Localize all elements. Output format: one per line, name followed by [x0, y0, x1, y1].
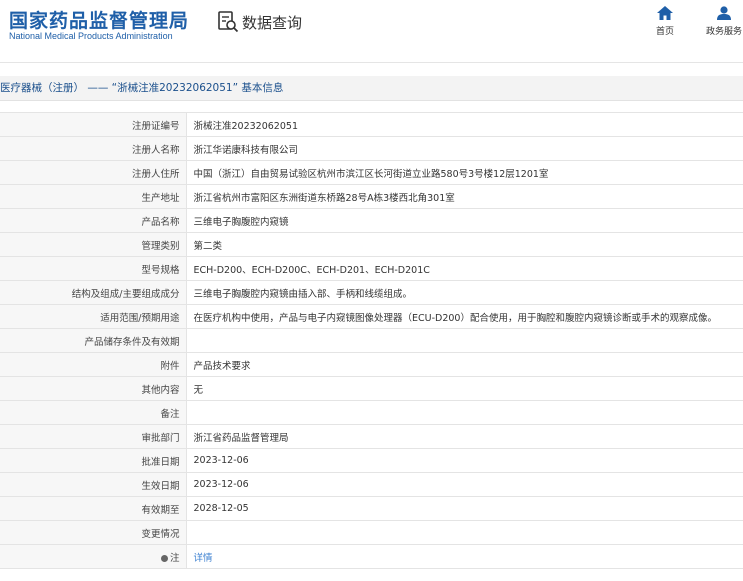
field-label: 其他内容 — [0, 376, 187, 401]
nav-government-services-label: 政务服务 — [705, 27, 742, 37]
field-label: 批准日期 — [0, 448, 187, 473]
field-label: 型号规格 — [0, 256, 187, 281]
home-icon — [657, 6, 673, 20]
table-row: 审批部门 浙江省药品监督管理局 — [0, 424, 743, 449]
field-label: 有效期至 — [0, 496, 187, 521]
field-label: 生产地址 — [0, 184, 187, 209]
table-row: 有效期至 2028-12-05 — [0, 496, 743, 521]
table-row: 生产地址 浙江省杭州市富阳区东洲街道东桥路28号A栋3楼西北角301室 — [0, 184, 743, 209]
field-label: 适用范围/预期用途 — [0, 304, 187, 329]
table-row: 备注 — [0, 400, 743, 425]
field-value: 产品技术要求 — [186, 352, 743, 377]
table-row: 批准日期 2023-12-06 — [0, 448, 743, 473]
field-value: 浙江省杭州市富阳区东洲街道东桥路28号A栋3楼西北角301室 — [186, 184, 743, 209]
header-divider — [0, 62, 743, 63]
field-label: 审批部门 — [0, 424, 187, 449]
table-row: 变更情况 — [0, 520, 743, 545]
field-value: 2023-12-06 — [186, 448, 743, 473]
field-label: 注册证编号 — [0, 112, 187, 137]
table-row: 产品名称 三维电子胸腹腔内窥镜 — [0, 208, 743, 233]
field-value: 2028-12-05 — [186, 496, 743, 521]
field-value — [186, 520, 743, 545]
field-label: 变更情况 — [0, 520, 187, 545]
table-row: 型号规格 ECH-D200、ECH-D200C、ECH-D201、ECH-D201… — [0, 256, 743, 281]
field-label: 注册人住所 — [0, 160, 187, 185]
data-query-icon — [218, 11, 239, 33]
field-label: 结构及组成/主要组成成分 — [0, 280, 187, 305]
table-row: 结构及组成/主要组成成分 三维电子胸腹腔内窥镜由插入部、手柄和线缆组成。 — [0, 280, 743, 305]
breadcrumb: 医疗器械（注册） —— “浙械注准20232062051” 基本信息 — [0, 76, 743, 101]
field-value: 无 — [186, 376, 743, 401]
field-label: 管理类别 — [0, 232, 187, 257]
note-bullet-icon — [160, 554, 168, 562]
field-label: 产品储存条件及有效期 — [0, 328, 187, 353]
table-row: 适用范围/预期用途 在医疗机构中使用，产品与电子内窥镜图像处理器（ECU-D200… — [0, 304, 743, 329]
field-label: 备注 — [0, 400, 187, 425]
site-header: 国家药品监督管理局 National Medical Products Admi… — [0, 0, 743, 60]
field-label: 附件 — [0, 352, 187, 377]
nav-government-services[interactable]: 政务服务 — [704, 6, 743, 37]
user-icon — [717, 6, 731, 20]
table-row: 注 详情 — [0, 544, 743, 569]
table-row: 注册人名称 浙江华诺康科技有限公司 — [0, 136, 743, 161]
field-value: 2023-12-06 — [186, 472, 743, 497]
field-value: 浙江华诺康科技有限公司 — [186, 136, 743, 161]
field-value: 详情 — [186, 544, 743, 569]
field-label: 产品名称 — [0, 208, 187, 233]
details-link[interactable]: 详情 — [194, 553, 213, 564]
table-row: 产品储存条件及有效期 — [0, 328, 743, 353]
nav-home[interactable]: 首页 — [645, 6, 685, 37]
field-value: 浙械注准20232062051 — [186, 112, 743, 137]
field-value: ECH-D200、ECH-D200C、ECH-D201、ECH-D201C — [186, 256, 743, 281]
data-query-title: 数据查询 — [242, 14, 303, 32]
table-row: 附件 产品技术要求 — [0, 352, 743, 377]
field-label: 注 — [0, 544, 187, 569]
field-value — [186, 328, 743, 353]
field-value: 第二类 — [186, 232, 743, 257]
table-row: 管理类别 第二类 — [0, 232, 743, 257]
field-value: 三维电子胸腹腔内窥镜 — [186, 208, 743, 233]
field-value — [186, 400, 743, 425]
field-value: 浙江省药品监督管理局 — [186, 424, 743, 449]
field-value: 中国（浙江）自由贸易试验区杭州市滨江区长河街道立业路580号3号楼12层1201… — [186, 160, 743, 185]
field-label: 生效日期 — [0, 472, 187, 497]
table-row: 注册证编号 浙械注准20232062051 — [0, 112, 743, 137]
site-logo-subtitle: National Medical Products Administration — [9, 31, 173, 41]
table-row: 注册人住所 中国（浙江）自由贸易试验区杭州市滨江区长河街道立业路580号3号楼12… — [0, 160, 743, 185]
table-row: 其他内容无 — [0, 376, 743, 401]
registration-detail-table: 注册证编号 浙械注准20232062051 注册人名称 浙江华诺康科技有限公司 注册人住… — [0, 112, 743, 569]
site-logo-title[interactable]: 国家药品监督管理局 — [9, 6, 189, 33]
table-row: 生效日期 2023-12-06 — [0, 472, 743, 497]
field-value: 在医疗机构中使用，产品与电子内窥镜图像处理器（ECU-D200）配合使用，用于胸… — [186, 304, 743, 329]
nav-home-label: 首页 — [655, 27, 674, 37]
field-value: 三维电子胸腹腔内窥镜由插入部、手柄和线缆组成。 — [186, 280, 743, 305]
field-label: 注册人名称 — [0, 136, 187, 161]
field-label-text: 注 — [169, 552, 180, 564]
